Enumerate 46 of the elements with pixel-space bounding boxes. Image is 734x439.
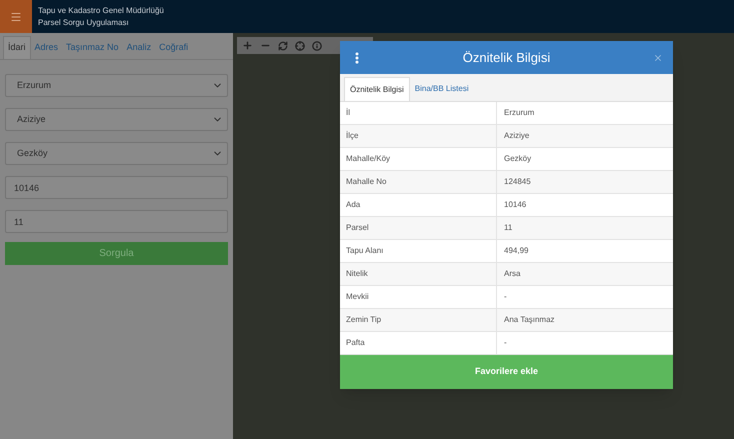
dialog-title: Öznitelik Bilgisi (462, 48, 550, 67)
attribute-value: Erzurum (503, 107, 534, 119)
dialog-tab[interactable]: Bina/BB Listesi (410, 77, 474, 101)
attribute-value: Ana Taşınmaz (503, 314, 555, 326)
attribute-name: Mahalle No (340, 171, 497, 193)
crosshair-icon[interactable] (295, 40, 305, 50)
attribute-name: İlçe (340, 125, 497, 147)
menu-icon (10, 10, 22, 22)
refresh-icon[interactable] (278, 40, 288, 50)
info-icon[interactable] (312, 40, 322, 50)
attribute-name: Nitelik (340, 263, 497, 285)
sidebar-tab[interactable]: İdari (3, 36, 31, 59)
close-icon[interactable] (653, 52, 663, 62)
attribute-value: 10146 (503, 199, 526, 211)
attribute-value: Arsa (503, 268, 520, 280)
input-field[interactable]: 10146 (5, 176, 228, 199)
sidebar-tab[interactable]: Adres (30, 36, 62, 59)
sidebar-tab[interactable]: Coğrafi (155, 36, 192, 59)
sidebar-tab[interactable]: Analiz (122, 36, 156, 59)
dropdown-field[interactable]: Aziziye (5, 108, 228, 131)
dropdown-field[interactable]: Gezköy (5, 142, 228, 165)
attribute-name: Pafta (340, 332, 497, 354)
attribute-value: - (503, 337, 507, 349)
attribute-value: Gezköy (503, 153, 532, 165)
attribute-value: 11 (503, 222, 512, 234)
attribute-name: Zemin Tip (340, 309, 497, 331)
attribute-name: Ada (340, 194, 497, 216)
add-favorites-button[interactable]: Favorilere ekle (340, 355, 673, 389)
input-field[interactable]: 11 (5, 210, 228, 233)
dropdown-field[interactable]: Erzurum (5, 74, 228, 97)
zoom-in-icon[interactable] (242, 40, 253, 51)
attribute-value: - (503, 291, 507, 303)
attribute-name: Mevkii (340, 286, 497, 308)
menu-button[interactable] (0, 0, 32, 33)
sidebar-tab[interactable]: Taşınmaz No (62, 36, 123, 59)
attribute-name: Tapu Alanı (340, 240, 497, 262)
attribute-name: İl (340, 102, 497, 124)
attribute-name: Mahalle/Köy (340, 148, 497, 170)
attribute-value: 124845 (503, 176, 531, 188)
app-subtitle: Parsel Sorgu Uygulaması (38, 18, 130, 28)
query-button[interactable]: Sorgula (5, 242, 228, 265)
dialog-tab[interactable]: Öznitelik Bilgisi (344, 77, 410, 101)
attribute-name: Parsel (340, 217, 497, 239)
app-title: Tapu ve Kadastro Genel Müdürlüğü (38, 6, 164, 16)
attribute-value: Aziziye (503, 130, 530, 142)
attribute-value: 494,99 (503, 245, 528, 257)
